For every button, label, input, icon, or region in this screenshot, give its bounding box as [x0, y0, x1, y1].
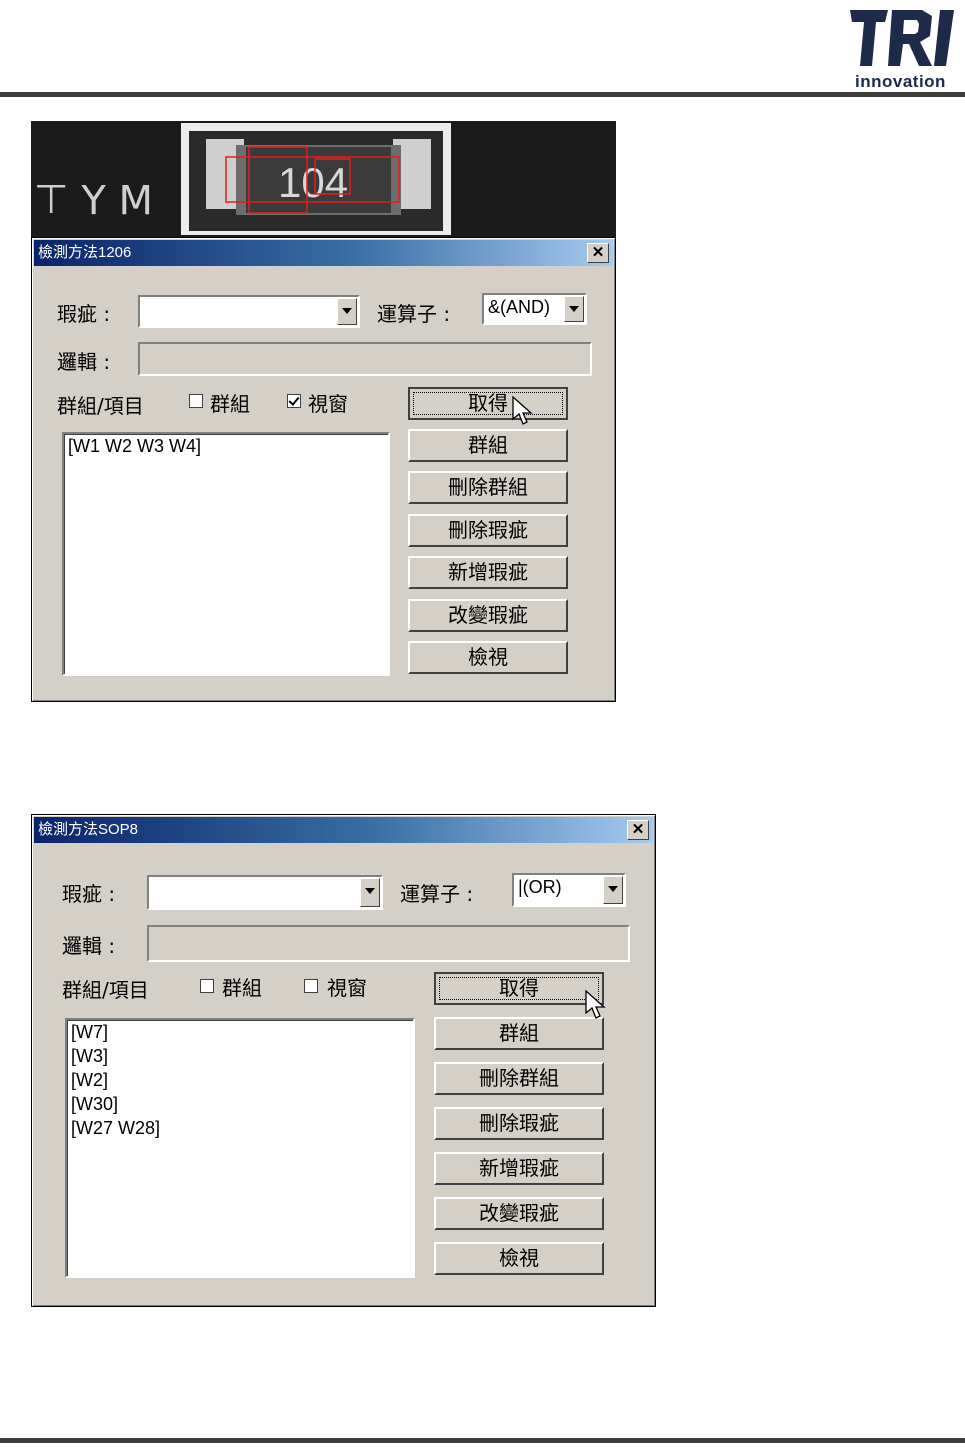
window-checkbox-label: 視窗 — [327, 976, 367, 1000]
change-defect-button[interactable]: 改變瑕疵 — [434, 1197, 604, 1230]
footer-rule — [0, 1438, 965, 1443]
operator-dropdown[interactable]: |(OR) — [512, 873, 626, 907]
header-rule — [0, 92, 965, 97]
operator-value: |(OR) — [518, 877, 562, 897]
list-item[interactable]: [W30] — [67, 1092, 413, 1116]
chevron-down-icon[interactable] — [360, 878, 380, 907]
window-checkbox-label: 視窗 — [308, 392, 348, 416]
dialog-titlebar[interactable]: 檢測方法SOP8 ✕ — [34, 817, 653, 843]
chevron-down-icon[interactable] — [603, 876, 623, 904]
delete-group-button[interactable]: 刪除群組 — [408, 471, 568, 504]
list-item[interactable]: [W1 W2 W3 W4] — [64, 434, 388, 458]
dialog-title: 檢測方法1206 — [38, 244, 132, 261]
defect-dropdown[interactable] — [147, 875, 383, 910]
add-defect-button[interactable]: 新增瑕疵 — [408, 556, 568, 589]
mouse-cursor-icon — [512, 396, 533, 425]
tri-logo-mark — [850, 10, 954, 66]
add-defect-button[interactable]: 新增瑕疵 — [434, 1152, 604, 1185]
logic-label: 邏輯 : — [57, 350, 111, 374]
silkscreen-text: ꟽ ⅄ ⊥ — [34, 175, 153, 221]
close-icon[interactable]: ✕ — [627, 820, 649, 840]
get-button[interactable]: 取得 — [434, 972, 604, 1005]
logic-field — [138, 342, 592, 376]
list-item[interactable]: [W27 W28] — [67, 1116, 413, 1140]
logic-label: 邏輯 : — [62, 934, 116, 958]
operator-dropdown[interactable]: &(AND) — [482, 293, 587, 325]
group-checkbox[interactable] — [189, 394, 203, 408]
get-button[interactable]: 取得 — [408, 387, 568, 420]
operator-label: 運算子 : — [400, 882, 474, 906]
group-item-list[interactable]: [W7] [W3] [W2] [W30] [W27 W28] — [65, 1018, 415, 1278]
dialog-titlebar[interactable]: 檢測方法1206 ✕ — [34, 240, 613, 266]
change-defect-button[interactable]: 改變瑕疵 — [408, 599, 568, 632]
group-button[interactable]: 群組 — [434, 1017, 604, 1050]
logic-field — [147, 925, 630, 962]
window-checkbox[interactable] — [287, 394, 301, 408]
operator-value: &(AND) — [488, 297, 550, 317]
list-item[interactable]: [W7] — [67, 1020, 413, 1044]
group-checkbox-label: 群組 — [210, 392, 250, 416]
inspection-method-dialog-1206: 檢測方法1206 ✕ 瑕疵 : 運算子 : &(AND) 邏輯 : 群組/項目 … — [31, 237, 616, 702]
defect-dropdown[interactable] — [138, 295, 360, 328]
window-checkbox[interactable] — [304, 979, 318, 993]
list-item[interactable]: [W3] — [67, 1044, 413, 1068]
delete-defect-button[interactable]: 刪除瑕疵 — [408, 514, 568, 547]
group-checkbox[interactable] — [200, 979, 214, 993]
delete-defect-button[interactable]: 刪除瑕疵 — [434, 1107, 604, 1140]
chevron-down-icon[interactable] — [337, 298, 357, 325]
chevron-down-icon[interactable] — [564, 296, 584, 322]
list-item[interactable]: [W2] — [67, 1068, 413, 1092]
close-icon[interactable]: ✕ — [587, 243, 609, 263]
inspection-method-dialog-sop8: 檢測方法SOP8 ✕ 瑕疵 : 運算子 : |(OR) 邏輯 : 群組/項目 群… — [31, 814, 656, 1307]
defect-label: 瑕疵 : — [57, 302, 111, 326]
group-item-label: 群組/項目 — [57, 394, 144, 418]
pcb-inspection-image: 104 ꟽ ⅄ ⊥ — [31, 121, 616, 237]
component-marking: 104 — [278, 159, 348, 206]
mouse-cursor-icon — [585, 990, 606, 1019]
logo-text: innovation — [855, 72, 946, 91]
tri-logo: innovation — [848, 6, 963, 91]
dialog-title: 檢測方法SOP8 — [38, 821, 139, 838]
group-item-list[interactable]: [W1 W2 W3 W4] — [62, 432, 390, 676]
operator-label: 運算子 : — [377, 302, 451, 326]
delete-group-button[interactable]: 刪除群組 — [434, 1062, 604, 1095]
view-button[interactable]: 檢視 — [434, 1242, 604, 1275]
group-item-label: 群組/項目 — [62, 978, 149, 1002]
group-checkbox-label: 群組 — [222, 976, 262, 1000]
defect-label: 瑕疵 : — [62, 882, 116, 906]
group-button[interactable]: 群組 — [408, 429, 568, 462]
view-button[interactable]: 檢視 — [408, 641, 568, 674]
